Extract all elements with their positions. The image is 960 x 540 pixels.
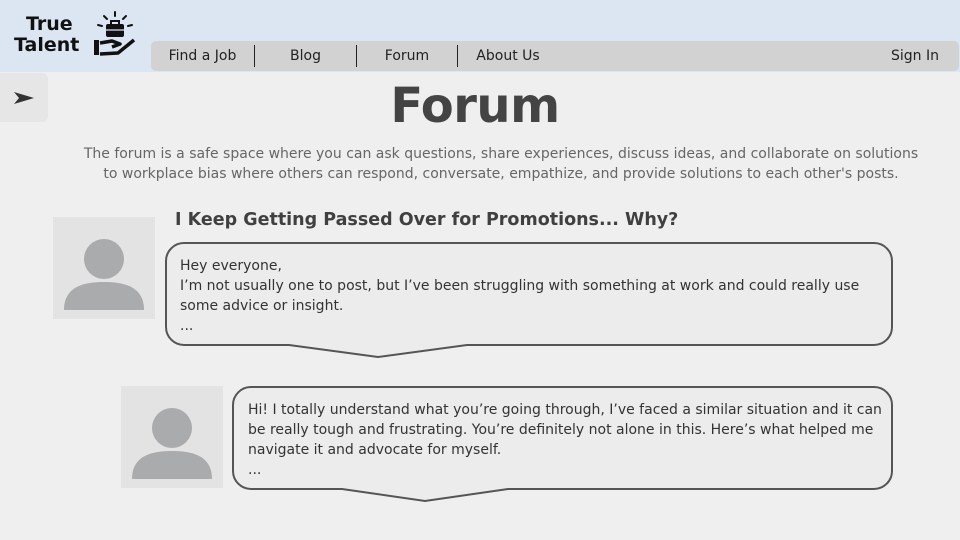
page-title: Forum [390, 78, 560, 134]
reply-line: navigate it and advocate for myself. [248, 442, 502, 458]
post-body: Hey everyone, I’m not usually one to pos… [180, 256, 880, 336]
post-author-avatar[interactable] [53, 217, 155, 319]
post-line: ... [180, 318, 194, 334]
reply-body: Hi! I totally understand what you’re goi… [248, 400, 883, 480]
post-line: I’m not usually one to post, but I’ve be… [180, 278, 860, 294]
reply-author-avatar[interactable] [121, 386, 223, 488]
header-bar: True Talent Find a Job Blog Forum About … [0, 0, 960, 72]
reply-line: be really tough and frustrating. You’re … [248, 422, 874, 438]
forum-intro-text: The forum is a safe space where you can … [83, 146, 919, 182]
logo[interactable]: True Talent [14, 10, 144, 62]
logo-line-2: Talent [14, 34, 80, 56]
main-nav: Find a Job Blog Forum About Us Sign In [151, 41, 959, 71]
reply-line: ... [248, 462, 262, 478]
post-title[interactable]: I Keep Getting Passed Over for Promotion… [175, 210, 678, 230]
post-line: some advice or insight. [180, 298, 344, 314]
nav-forum[interactable]: Forum [357, 45, 458, 67]
logo-line-1: True [26, 13, 73, 35]
logo-text: True Talent [14, 14, 79, 56]
sign-in-link[interactable]: Sign In [891, 45, 939, 67]
nav-find-a-job[interactable]: Find a Job [151, 45, 255, 67]
nav-blog[interactable]: Blog [255, 45, 357, 67]
user-avatar-icon [64, 239, 144, 310]
briefcase-in-hand-icon [94, 11, 136, 56]
reply-line: Hi! I totally understand what you’re goi… [248, 402, 882, 418]
post-line: Hey everyone, [180, 258, 282, 274]
user-avatar-icon [132, 408, 212, 479]
reply-bubble[interactable]: Hi! I totally understand what you’re goi… [232, 385, 895, 505]
post-bubble[interactable]: Hey everyone, I’m not usually one to pos… [165, 241, 895, 361]
nav-about-us[interactable]: About Us [458, 45, 558, 67]
